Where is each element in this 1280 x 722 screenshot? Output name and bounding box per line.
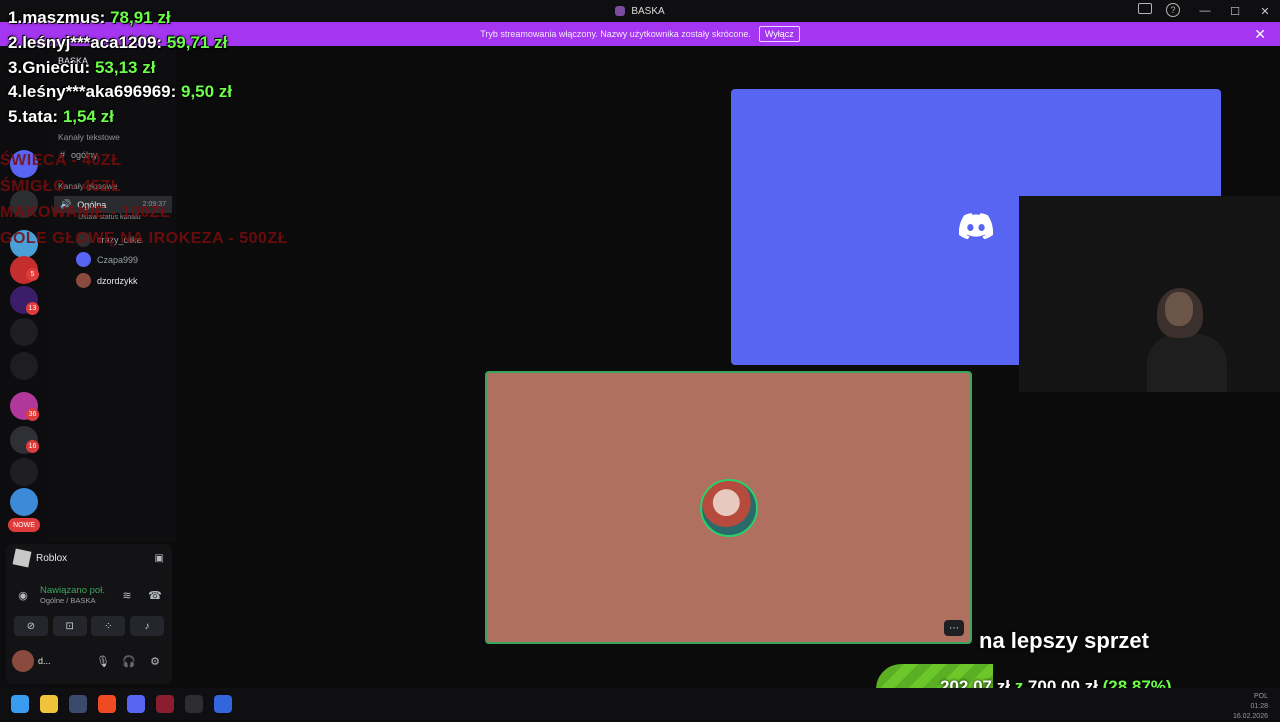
avatar xyxy=(76,252,91,267)
brave-browser-icon[interactable] xyxy=(98,695,116,713)
challenge-goals-overlay: ŚWIECA - 40ZŁ ŚMIGŁO - 45ZŁ MAKOWANIE - … xyxy=(0,148,288,252)
voice-actions-row: ⊘ ⊡ ⁘ ♪ xyxy=(6,616,172,636)
username[interactable]: d... xyxy=(38,656,51,666)
unread-badge: 36 xyxy=(26,408,39,421)
banner-text: Tryb streamowania włączony. Nazwy użytko… xyxy=(480,29,751,39)
discord-taskbar-icon[interactable] xyxy=(127,695,145,713)
unread-badge: 5 xyxy=(26,268,39,281)
title-tools: ? xyxy=(1138,3,1180,17)
app-icon[interactable] xyxy=(185,695,203,713)
goal-item: MAKOWANIE - 100ZŁ xyxy=(0,204,171,221)
member-name: Czapa999 xyxy=(97,254,139,265)
inbox-icon[interactable] xyxy=(1138,3,1152,14)
tray-time[interactable]: 01:28 xyxy=(1233,702,1268,712)
file-explorer-icon[interactable] xyxy=(40,695,58,713)
goal-item: GOLE GŁOWĘ NA IROKEZA - 500ZŁ xyxy=(0,230,288,247)
webcam-body xyxy=(1147,334,1227,392)
screen-share-icon[interactable]: ▣ xyxy=(155,553,164,564)
leaderboard-entry: 4.leśny***aka696969: 9,50 zł xyxy=(8,82,233,102)
headphones-icon[interactable]: 🎧 xyxy=(118,650,140,672)
member-name: dzordzykk xyxy=(97,275,138,286)
more-options-button[interactable]: ⋯ xyxy=(944,620,964,636)
tray-language[interactable]: POL xyxy=(1233,692,1268,702)
close-banner-icon[interactable]: ✕ xyxy=(1254,26,1266,43)
server-icon[interactable] xyxy=(10,458,38,486)
leaderboard-entry: 5.tata: 1,54 zł xyxy=(8,107,114,127)
category-text-channels[interactable]: Kanały tekstowe xyxy=(58,132,120,142)
app-icon[interactable] xyxy=(156,695,174,713)
goal-item: ŚMIGŁO - 45ZŁ xyxy=(0,178,122,195)
system-tray: POL 01:28 16.02.2026 xyxy=(1233,692,1268,722)
leaderboard-entry: 3.Gnieciu: 53,13 zł xyxy=(8,57,156,77)
account-row: d... 🎙 🎧 ⚙ xyxy=(6,650,172,672)
server-icon[interactable] xyxy=(10,352,38,380)
voice-member[interactable]: Czapa999 xyxy=(76,252,138,267)
goal-item: ŚWIECA - 40ZŁ xyxy=(0,152,122,169)
donor-leaderboard-overlay: 1.maszmus: 78,91 zł 2.leśnyj***aca1209: … xyxy=(8,6,232,130)
participant-tile-speaking[interactable]: ⋯ xyxy=(485,371,972,644)
noise-suppression-icon[interactable]: ≋ xyxy=(116,584,138,606)
camera-button[interactable]: ⊘ xyxy=(14,616,48,636)
server-icon[interactable] xyxy=(10,318,38,346)
store-icon[interactable] xyxy=(69,695,87,713)
maximize-icon[interactable]: ☐ xyxy=(1220,0,1250,22)
roblox-icon xyxy=(12,548,32,568)
avatar xyxy=(700,479,758,537)
donation-goal-title: na lepszy sprzet xyxy=(979,628,1149,653)
soundboard-button[interactable]: ♪ xyxy=(129,616,164,636)
connection-status[interactable]: Nawiązano poł. xyxy=(40,585,105,596)
discord-logo-icon xyxy=(959,213,993,239)
avatar xyxy=(76,273,91,288)
connection-channel[interactable]: Ogólne / BASKA xyxy=(40,596,105,605)
app-icon xyxy=(615,6,626,16)
voice-member[interactable]: dzordzykk xyxy=(76,273,138,288)
leaderboard-entry: 1.maszmus: 78,91 zł xyxy=(8,8,171,27)
new-badge: NOWE xyxy=(8,518,40,532)
signal-icon[interactable]: ◉ xyxy=(12,584,34,606)
app-icon[interactable] xyxy=(214,695,232,713)
unread-badge: 13 xyxy=(26,302,39,315)
close-window-icon[interactable]: ✕ xyxy=(1250,0,1280,22)
disable-streamer-mode-button[interactable]: Wyłącz xyxy=(758,26,800,42)
settings-gear-icon[interactable]: ⚙ xyxy=(144,650,166,672)
activity-name: Roblox xyxy=(36,552,68,564)
activities-button[interactable]: ⁘ xyxy=(91,616,126,636)
window-controls: — ☐ ✕ xyxy=(1190,0,1280,22)
connection-info: Nawiązano poł. Ogólne / BASKA xyxy=(40,585,105,605)
webcam-face xyxy=(1165,292,1193,326)
window-title-area: BASKA xyxy=(615,5,665,17)
tray-date[interactable]: 16.02.2026 xyxy=(1233,712,1268,722)
microphone-icon[interactable]: 🎙 xyxy=(92,650,114,672)
minimize-icon[interactable]: — xyxy=(1190,0,1220,22)
user-panel: Roblox ▣ ◉ Nawiązano poł. Ogólne / BASKA… xyxy=(6,544,172,684)
avatar[interactable] xyxy=(12,650,34,672)
activity-row: Roblox ▣ xyxy=(6,548,172,568)
leaderboard-entry: 2.leśnyj***aca1209: 59,71 zł xyxy=(8,32,228,52)
server-icon[interactable] xyxy=(10,488,38,516)
help-icon[interactable]: ? xyxy=(1166,3,1180,17)
streamer-webcam xyxy=(1019,196,1280,392)
voice-connection-row: ◉ Nawiązano poł. Ogólne / BASKA ≋ ☎ xyxy=(6,584,172,606)
disconnect-icon[interactable]: ☎ xyxy=(144,584,166,606)
taskbar: POL 01:28 16.02.2026 xyxy=(0,688,1280,720)
windows-start-icon[interactable] xyxy=(11,695,29,713)
share-screen-button[interactable]: ⊡ xyxy=(52,616,87,636)
unread-badge: 16 xyxy=(26,440,39,453)
window-title: BASKA xyxy=(631,5,665,17)
